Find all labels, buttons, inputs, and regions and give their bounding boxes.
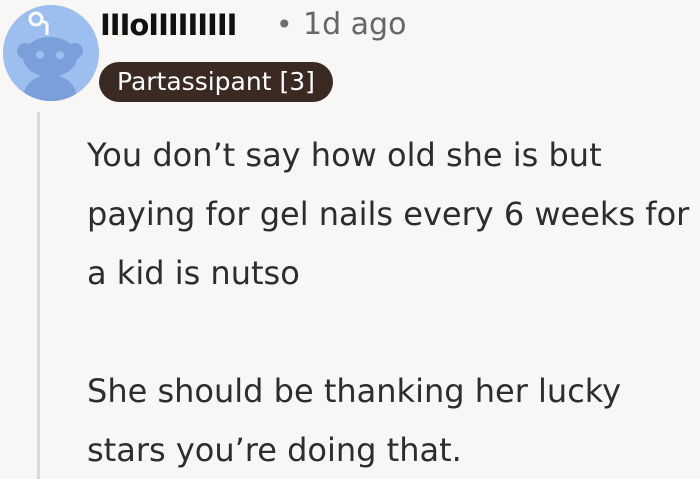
user-flair-badge: Partassipant [3] bbox=[99, 62, 333, 102]
avatar[interactable] bbox=[3, 5, 99, 101]
author-username[interactable]: IIIoIIIIIIIII bbox=[100, 5, 237, 45]
comment-body: You don’t say how old she is but paying … bbox=[87, 126, 692, 479]
reddit-snoo-icon bbox=[3, 5, 99, 101]
meta-separator: • bbox=[276, 8, 293, 41]
comment-timestamp[interactable]: 1d ago bbox=[303, 5, 406, 45]
comment-paragraph: You don’t say how old she is but paying … bbox=[87, 136, 690, 292]
thread-collapse-line[interactable] bbox=[37, 112, 40, 479]
comment-paragraph: She should be thanking her lucky stars y… bbox=[87, 372, 622, 469]
comment-card: IIIoIIIIIIIII • 1d ago Partassipant [3] … bbox=[0, 0, 700, 479]
